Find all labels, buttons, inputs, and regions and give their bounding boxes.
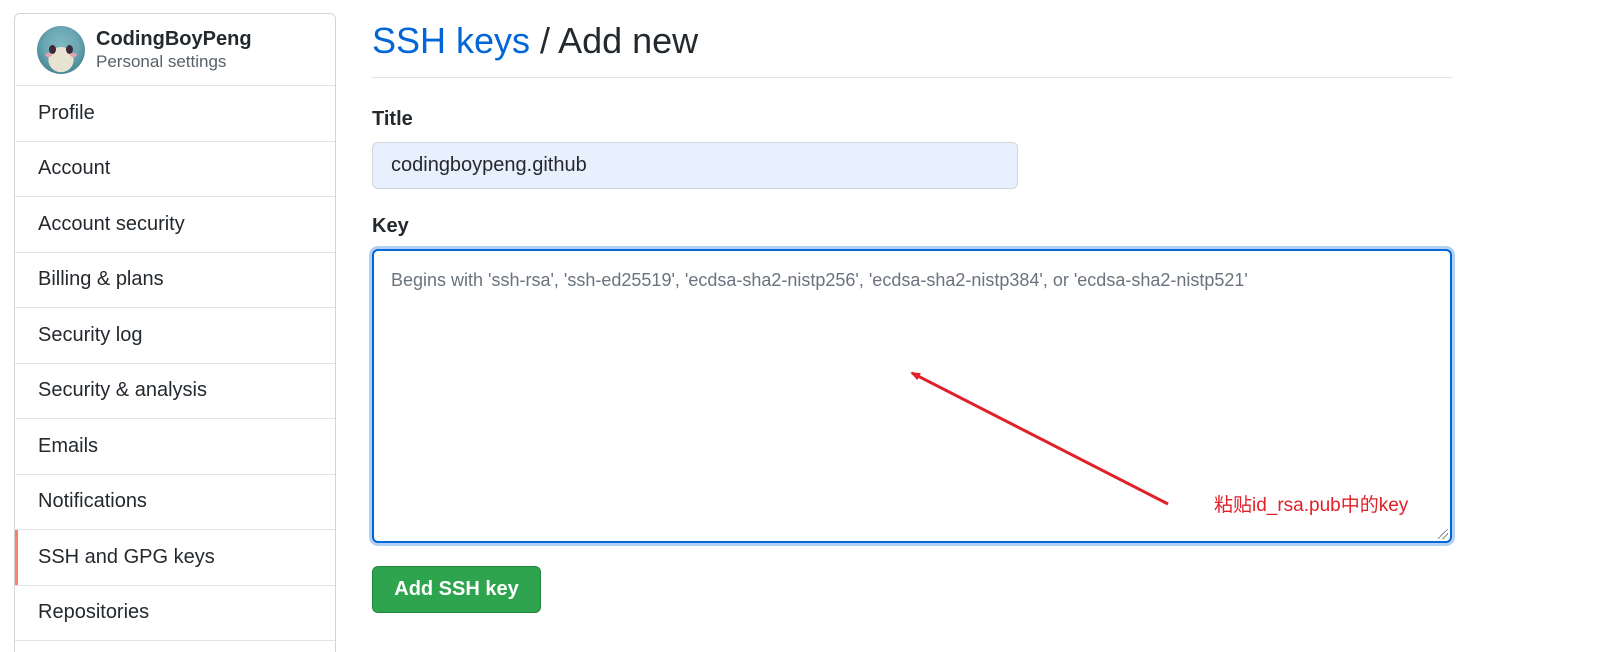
avatar-blush [70,52,77,57]
avatar-eye [49,44,56,54]
username[interactable]: CodingBoyPeng [96,27,252,51]
sidebar-item-billing[interactable]: Billing & plans [15,253,335,308]
sidebar-item-ssh-gpg-keys[interactable]: SSH and GPG keys [15,530,335,586]
avatar-blush [45,52,52,57]
sidebar-item-repositories[interactable]: Repositories [15,586,335,641]
settings-sidebar: CodingBoyPeng Personal settings Profile … [14,13,336,652]
profile-header[interactable]: CodingBoyPeng Personal settings [15,14,335,86]
profile-subtitle: Personal settings [96,51,227,71]
add-ssh-key-button[interactable]: Add SSH key [372,566,541,613]
sidebar-item-account-security[interactable]: Account security [15,197,335,253]
sidebar-item-notifications[interactable]: Notifications [15,475,335,530]
avatar[interactable] [37,25,85,74]
sidebar-item-security-log[interactable]: Security log [15,308,335,364]
annotation-text: 粘贴id_rsa.pub中的key [1214,495,1409,516]
sidebar-item-profile[interactable]: Profile [15,86,335,142]
annotation-arrow [910,371,1169,506]
profile-text: CodingBoyPeng Personal settings [96,27,252,73]
sidebar-item-security-analysis[interactable]: Security & analysis [15,364,335,419]
sidebar-item-emails[interactable]: Emails [15,419,335,475]
sidebar-item-account[interactable]: Account [15,142,335,197]
